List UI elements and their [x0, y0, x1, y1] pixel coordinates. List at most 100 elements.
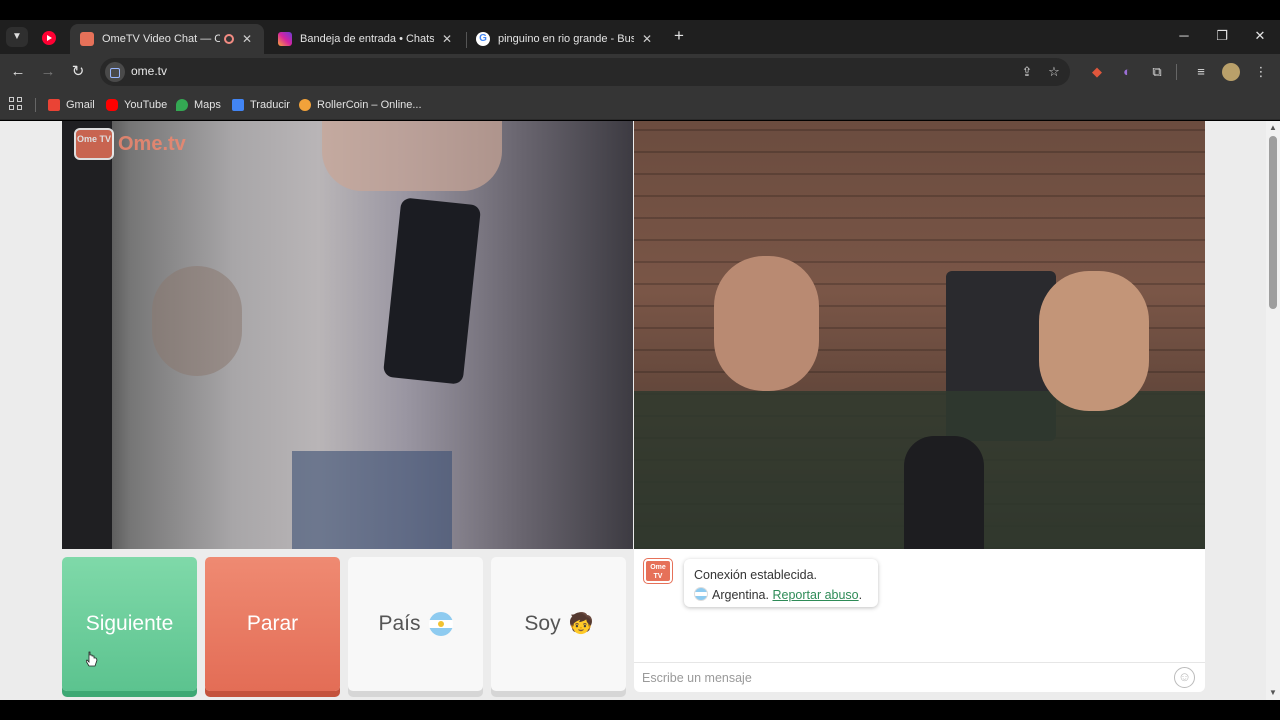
back-button[interactable]: ←	[8, 62, 28, 82]
address-bar[interactable]: ome.tv ⇪ ☆	[100, 58, 1070, 86]
self-video	[634, 121, 1205, 549]
bookmark-gmail[interactable]: Gmail	[48, 96, 95, 114]
country-button-label: País	[378, 612, 421, 635]
boy-emoji-icon: 🧒	[568, 613, 594, 635]
bookmark-label: Maps	[194, 99, 221, 111]
stop-button[interactable]: Parar	[205, 557, 340, 691]
ometv-favicon-icon	[80, 32, 94, 46]
bookmarks-divider	[35, 98, 36, 112]
new-tab-button[interactable]: +	[670, 26, 688, 46]
next-button-label: Siguiente	[85, 612, 174, 635]
chat-panel: Ome TV Conexión establecida. Argentina. …	[634, 549, 1205, 692]
argentina-flag-icon	[694, 587, 708, 601]
report-suffix: .	[858, 588, 863, 602]
logo-text: Ome.tv	[118, 132, 186, 155]
background-person-shape	[152, 266, 242, 376]
maps-pin-icon	[176, 99, 188, 111]
chat-input-area: ☺	[634, 662, 1205, 692]
reload-icon: ↻	[71, 63, 85, 80]
person-face-shape	[714, 256, 819, 391]
extensions-puzzle-icon[interactable]: ⧉	[1148, 63, 1166, 81]
bookmark-label: Traducir	[250, 99, 290, 111]
system-message: Conexión establecida. Argentina. Reporta…	[684, 559, 878, 607]
bookmarks-bar: Gmail YouTube Maps Traducir RollerCoin –…	[0, 90, 1280, 120]
bookmark-maps[interactable]: Maps	[176, 96, 221, 114]
connection-status: Conexión establecida.	[694, 568, 817, 582]
ometv-logo: Ome TV Ome.tv	[74, 128, 186, 160]
mouse-cursor-icon	[86, 651, 98, 667]
bookmark-rollercoin[interactable]: RollerCoin – Online...	[299, 96, 422, 114]
rollercoin-icon	[299, 99, 311, 111]
close-icon[interactable]: ✕	[440, 32, 454, 46]
menu-kebab-icon[interactable]: ⋮	[1252, 63, 1270, 81]
tab-instagram[interactable]: Bandeja de entrada • Chats ✕	[268, 24, 464, 54]
browser-toolbar: ← → ↻ ome.tv ⇪ ☆ ◆ ◐ ⧉ ≡ ⋮	[0, 54, 1280, 90]
screen-bottom-bar	[0, 700, 1280, 720]
tab-ometv[interactable]: OmeTV Video Chat — Ome ✕	[70, 24, 264, 54]
stop-button-label: Parar	[246, 612, 299, 635]
tv-logo-icon: Ome TV	[74, 128, 114, 160]
scrollbar-thumb[interactable]	[1269, 136, 1277, 309]
tab-title: Bandeja de entrada • Chats	[300, 33, 434, 45]
url-text[interactable]: ome.tv	[131, 64, 167, 78]
plus-icon: +	[674, 26, 684, 45]
bookmark-youtube[interactable]: YouTube	[106, 96, 167, 114]
country-button[interactable]: País	[348, 557, 483, 691]
youtube-icon	[106, 99, 118, 111]
tab-strip: ▼ OmeTV Video Chat — Ome ✕ Bandeja de en…	[0, 20, 1280, 54]
page-scrollbar[interactable]: ▲ ▼	[1266, 121, 1280, 700]
install-app-icon[interactable]: ⇪	[1018, 63, 1036, 81]
screen-top-bar	[0, 0, 1280, 20]
gender-button[interactable]: Soy 🧒	[491, 557, 626, 691]
emoji-smile-icon[interactable]: ☺	[1174, 667, 1195, 688]
video-dark-edge	[62, 121, 112, 549]
profile-avatar[interactable]	[1222, 63, 1240, 81]
person-face-shape	[1039, 271, 1149, 411]
youtube-music-pinned-tab-icon[interactable]	[40, 29, 58, 47]
recording-icon	[224, 34, 234, 44]
close-window-button[interactable]: ✕	[1250, 26, 1270, 46]
phone-shape	[382, 197, 482, 385]
report-abuse-link[interactable]: Reportar abuso	[772, 588, 858, 602]
arrow-left-icon: ←	[10, 63, 26, 80]
page-content: Ome TV Ome.tv Siguiente Parar País Soy 🧒…	[0, 121, 1280, 700]
tab-title: OmeTV Video Chat — Ome	[102, 33, 220, 45]
tab-google-search[interactable]: G pinguino en rio grande - Buscar ✕	[466, 24, 664, 54]
bookmark-star-icon[interactable]: ☆	[1045, 63, 1063, 81]
bookmark-traducir[interactable]: Traducir	[232, 96, 290, 114]
scroll-up-icon[interactable]: ▲	[1269, 123, 1277, 133]
site-info-icon[interactable]	[105, 62, 125, 82]
gmail-icon	[48, 99, 60, 111]
apps-grid-icon[interactable]	[9, 97, 23, 111]
country-name: Argentina.	[712, 588, 769, 602]
restore-button[interactable]: ❐	[1212, 26, 1232, 46]
partner-video: Ome TV Ome.tv	[62, 121, 633, 549]
gender-button-label: Soy	[524, 612, 561, 635]
tab-title: pinguino en rio grande - Buscar	[498, 33, 634, 45]
extension-purple-icon[interactable]: ◐	[1118, 63, 1136, 81]
bookmark-label: Gmail	[66, 99, 95, 111]
reload-button[interactable]: ↻	[68, 62, 88, 82]
arrow-right-icon: →	[40, 63, 56, 80]
message-input[interactable]	[642, 668, 1162, 688]
chevron-down-icon: ▼	[12, 31, 22, 42]
next-button[interactable]: Siguiente	[62, 557, 197, 691]
ometv-chat-logo-icon: Ome TV	[644, 559, 672, 583]
tab-search-button[interactable]: ▼	[6, 27, 28, 47]
media-controls-icon[interactable]: ≡	[1192, 63, 1210, 81]
scroll-down-icon[interactable]: ▼	[1269, 688, 1277, 698]
bookmark-label: YouTube	[124, 99, 168, 111]
country-line: Argentina. Reportar abuso.	[694, 585, 868, 605]
microphone-shape	[904, 436, 984, 549]
face-blur-shape	[322, 121, 502, 191]
extension-fox-icon[interactable]: ◆	[1088, 63, 1106, 81]
close-icon[interactable]: ✕	[240, 32, 254, 46]
shorts-shape	[292, 451, 452, 549]
argentina-flag-icon	[428, 612, 453, 636]
google-favicon-icon: G	[476, 32, 490, 46]
minimize-button[interactable]: ─	[1174, 26, 1194, 46]
forward-button[interactable]: →	[38, 62, 58, 82]
instagram-favicon-icon	[278, 32, 292, 46]
close-icon[interactable]: ✕	[640, 32, 654, 46]
translate-icon	[232, 99, 244, 111]
